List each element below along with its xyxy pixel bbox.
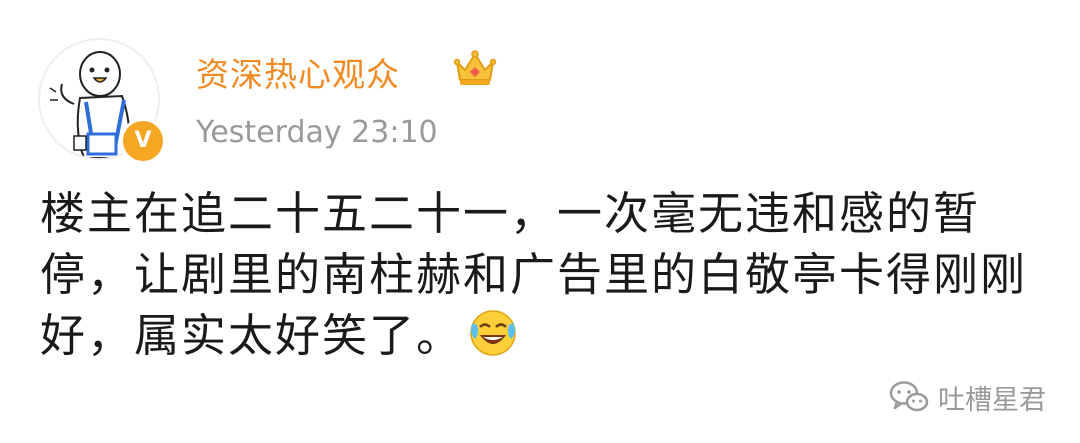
username[interactable]: 资深热心观众 bbox=[196, 48, 400, 96]
post-text-block: 楼主在追二十五二十一，一次毫无违和感的暂停，让剧里的南柱赫和广告里的白敬亭卡得刚… bbox=[40, 183, 1040, 366]
post-timestamp: Yesterday 23:10 bbox=[196, 115, 438, 150]
wechat-icon bbox=[889, 381, 929, 412]
verified-badge-icon: V bbox=[120, 118, 166, 164]
watermark-text: 吐槽星君 bbox=[938, 384, 1046, 416]
laughing-tears-emoji bbox=[470, 310, 516, 356]
watermark: 吐槽星君 bbox=[888, 374, 1046, 420]
post-text: 楼主在追二十五二十一，一次毫无违和感的暂停，让剧里的南柱赫和广告里的白敬亭卡得刚… bbox=[40, 187, 1028, 362]
crown-icon bbox=[453, 50, 497, 85]
